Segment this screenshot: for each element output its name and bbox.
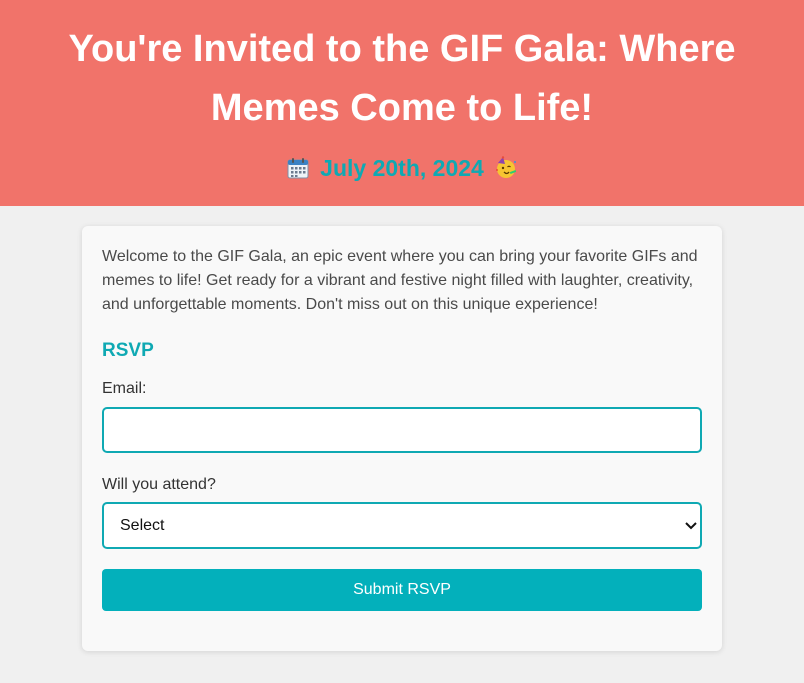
- rsvp-heading: RSVP: [102, 340, 154, 361]
- event-date-text: July 20th, 2024: [320, 154, 484, 181]
- calendar-icon: [286, 156, 310, 180]
- intro-text: Welcome to the GIF Gala, an epic event w…: [102, 248, 698, 313]
- header-banner: You're Invited to the GIF Gala: Where Me…: [0, 0, 804, 206]
- email-field[interactable]: [102, 407, 702, 453]
- email-label: Email:: [102, 380, 147, 397]
- attend-label: Will you attend?: [102, 476, 216, 493]
- rsvp-card: Welcome to the GIF Gala, an epic event w…: [82, 226, 722, 651]
- chevron-down-icon: [684, 519, 698, 533]
- partying-face-icon: [494, 156, 518, 180]
- submit-rsvp-button[interactable]: Submit RSVP: [102, 569, 702, 611]
- page-title: You're Invited to the GIF Gala: Where Me…: [68, 28, 736, 129]
- attend-select[interactable]: Select: [102, 502, 702, 549]
- event-date: July 20th, 2024: [0, 152, 804, 184]
- attend-select-value: Select: [120, 516, 165, 534]
